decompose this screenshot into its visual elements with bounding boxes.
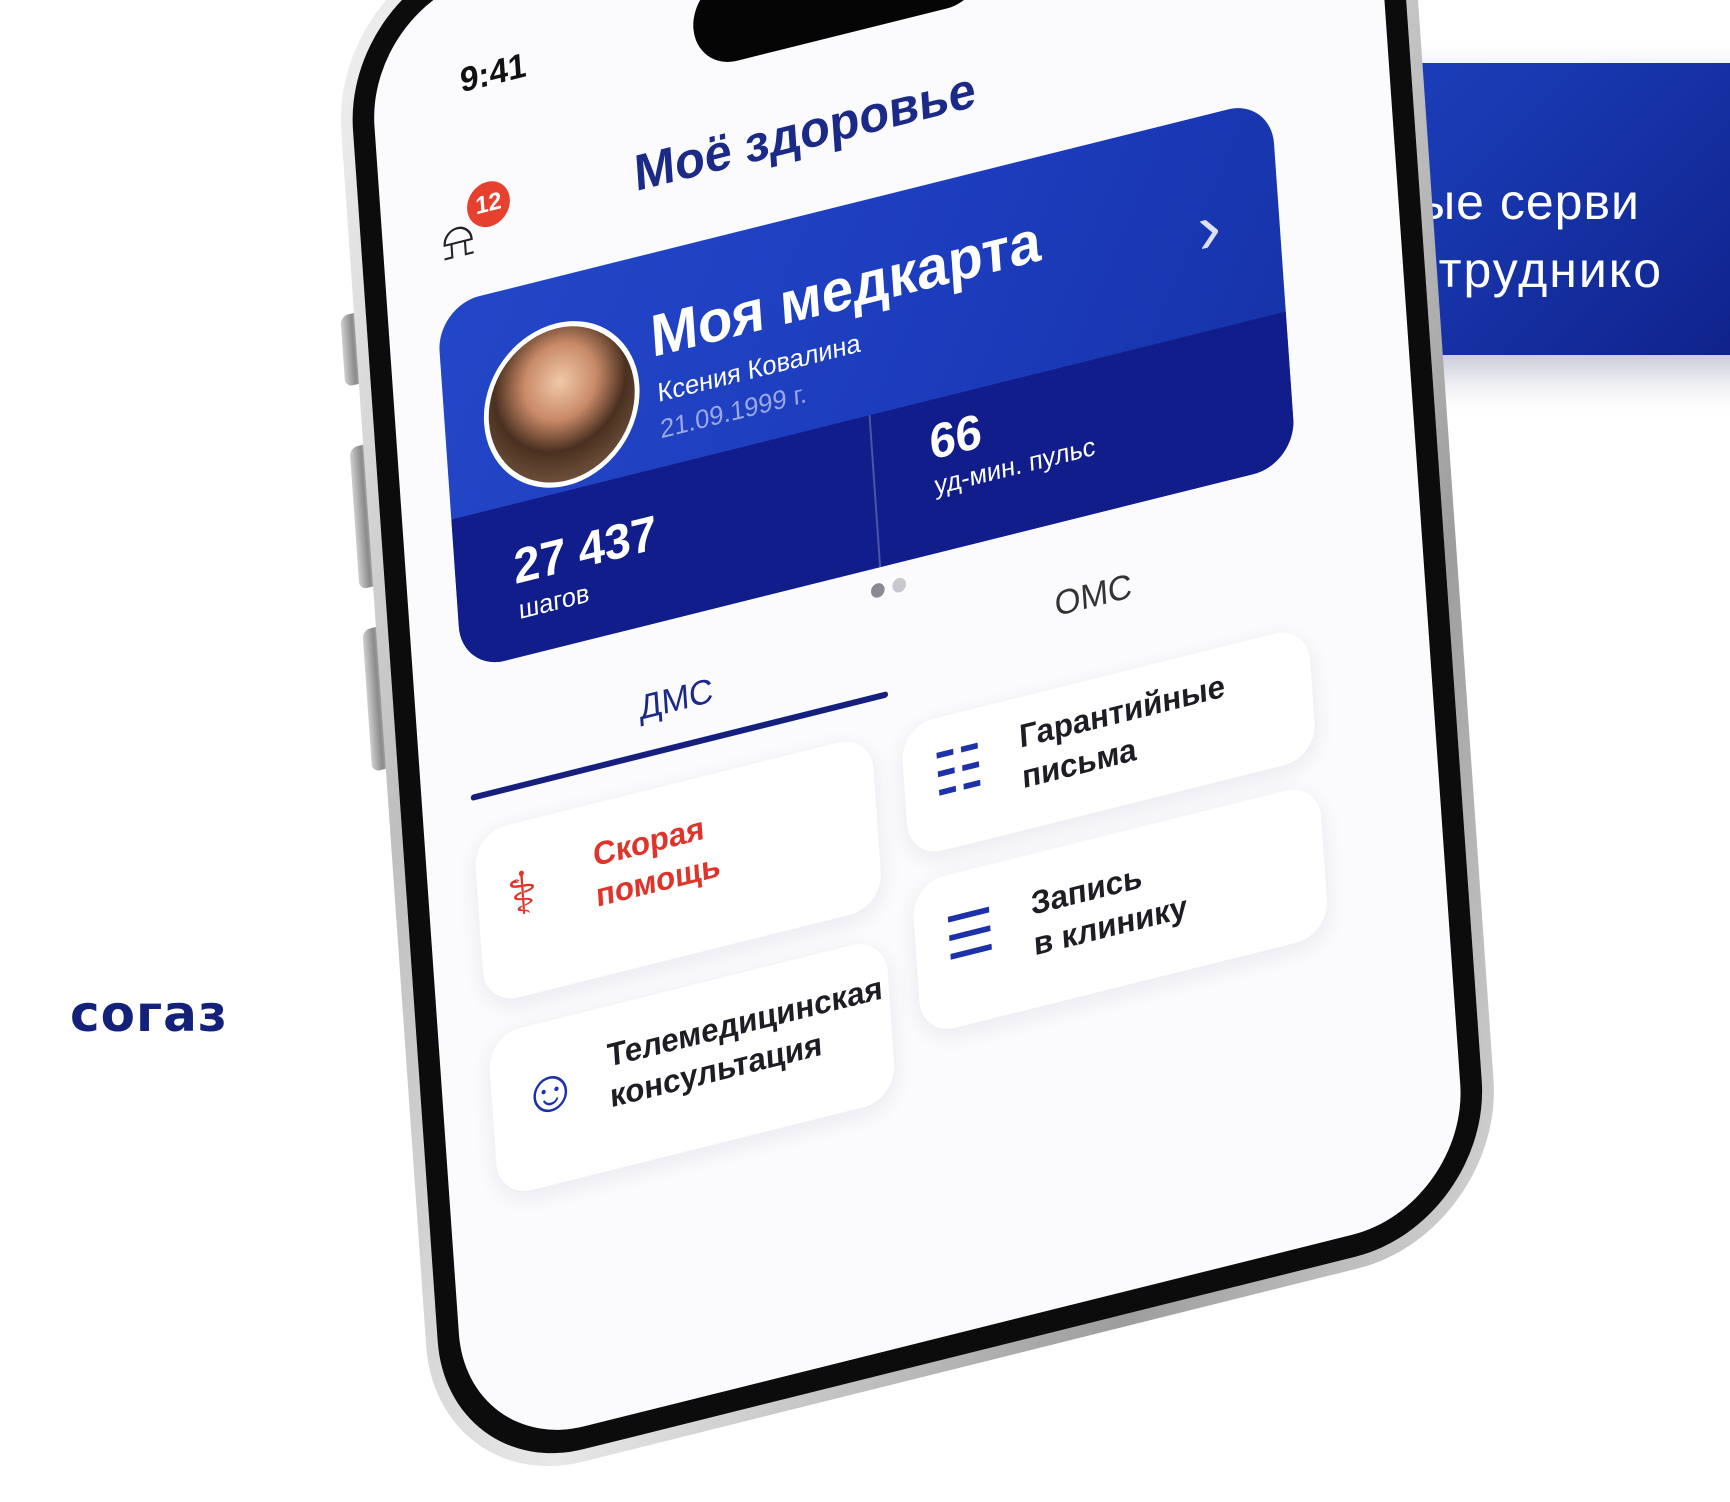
people-icon: ☺	[519, 1051, 582, 1132]
dynamic-island	[690, 0, 988, 71]
carousel-dot[interactable]	[891, 576, 907, 594]
ambulance-icon: ⚕	[505, 857, 541, 931]
carousel-dot-active[interactable]	[870, 581, 886, 600]
clipboard-plus-icon: ☰	[942, 895, 998, 975]
chevron-right-icon[interactable]: ›	[1195, 184, 1223, 271]
avatar	[478, 304, 646, 505]
document-shield-icon: ☷	[931, 731, 987, 810]
carousel-dots[interactable]	[870, 576, 907, 600]
notifications-button[interactable]: ⍾ 12	[439, 176, 512, 272]
page-title: Моё здоровье	[632, 60, 978, 203]
app-screen: 9:41 ◠ ⍾ 12 Моё здоровье Моя медкарта Кс…	[365, 0, 1469, 1456]
brand-logo: согаз	[70, 985, 228, 1043]
phone-mockup: 9:41 ◠ ⍾ 12 Моё здоровье Моя медкарта Кс…	[330, 0, 1505, 1499]
status-time: 9:41	[458, 45, 528, 101]
